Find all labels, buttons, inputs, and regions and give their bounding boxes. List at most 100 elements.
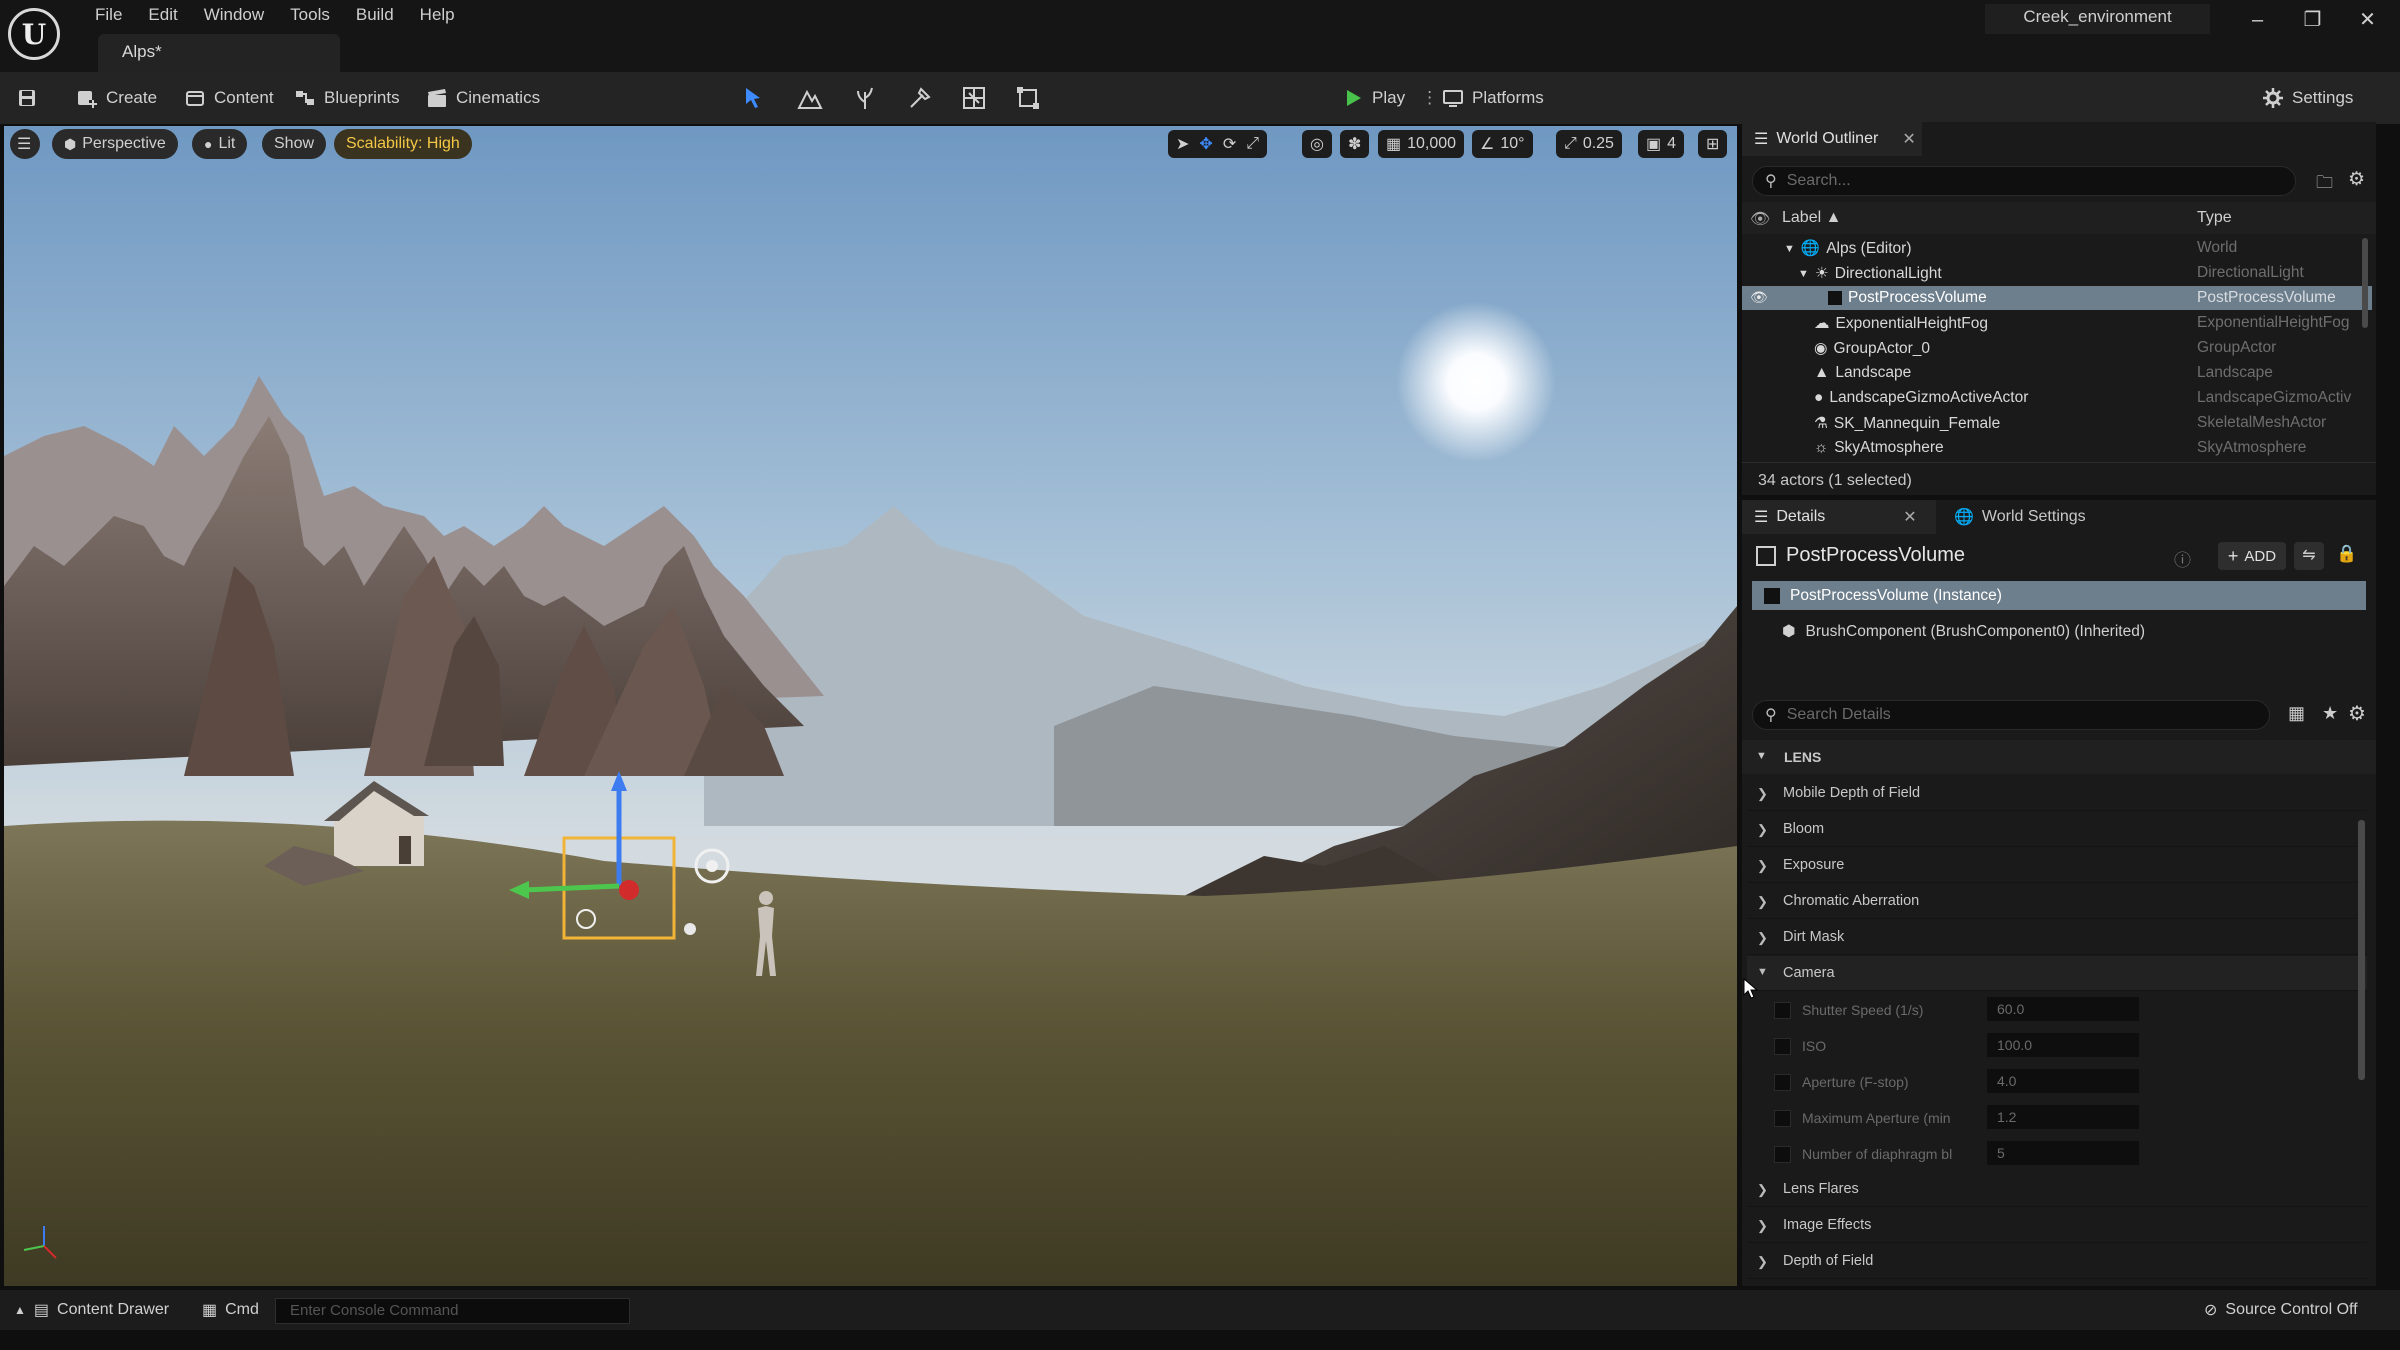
create-button[interactable]: Create [76,84,157,112]
unreal-logo-icon[interactable]: U [8,8,60,60]
type-column-header[interactable]: Type [2197,209,2232,227]
table-view-icon[interactable]: ▦ [2288,703,2305,724]
menu-help[interactable]: Help [407,4,468,28]
override-checkbox[interactable] [1774,1038,1791,1055]
brush-edit-mode-icon[interactable] [1014,84,1042,112]
restore-icon[interactable]: ❐ [2285,0,2340,40]
content-button[interactable]: Content [184,84,274,112]
close-tab-icon[interactable]: ✕ [1902,129,1915,149]
group-row[interactable]: ❯ Mobile Depth of Field [1747,776,2367,811]
rotation-snap-button[interactable]: ∠ 10° [1472,130,1533,158]
instance-row[interactable]: PostProcessVolume (Instance) [1752,581,2366,610]
close-icon[interactable]: ✕ [2340,0,2395,40]
blueprint-convert-icon[interactable]: ⇋ [2294,542,2324,570]
cinematics-button[interactable]: Cinematics [426,84,540,112]
lens-section-header[interactable]: ▼ LENS [1742,740,2376,774]
help-icon[interactable]: ⓘ [2174,546,2191,571]
outliner-search-input[interactable]: ⚲ Search... [1752,166,2296,196]
viewport-menu-button[interactable]: ☰ [10,129,40,159]
world-settings-tab[interactable]: 🌐 World Settings [1942,500,2122,534]
outliner-row[interactable]: ● LandscapeGizmoActiveActor LandscapeGizm… [1742,386,2372,410]
minimize-icon[interactable]: – [2230,0,2285,40]
fracture-mode-icon[interactable] [960,84,988,112]
menu-edit[interactable]: Edit [135,4,190,28]
scale-snap-button[interactable]: ⤢ 0.25 [1556,130,1622,158]
select-mode-icon[interactable] [740,84,768,112]
menu-tools[interactable]: Tools [277,4,343,28]
select-tool-icon[interactable]: ➤ [1176,134,1189,154]
property-value-field[interactable]: 1.2 [1987,1105,2139,1129]
favorites-star-icon[interactable]: ★ [2322,703,2338,724]
menu-file[interactable]: File [82,4,135,28]
landscape-mode-icon[interactable] [796,84,824,112]
details-scrollbar[interactable] [2358,820,2365,1080]
camera-speed-button[interactable]: ▣ 4 [1638,130,1685,158]
lit-button[interactable]: ● Lit [192,129,248,159]
platforms-button[interactable]: Platforms [1442,84,1544,112]
menu-window[interactable]: Window [191,4,277,28]
transform-tools: ➤ ✥ ⟳ ⤢ [1168,130,1268,158]
outliner-row[interactable]: ☁ ExponentialHeightFog ExponentialHeightF… [1742,311,2372,335]
group-row[interactable]: ❯ Depth of Field [1747,1244,2367,1279]
surface-snap-toggle[interactable]: ✽ [1340,130,1370,158]
outliner-row[interactable]: ▲ Landscape Landscape [1742,361,2372,385]
override-checkbox[interactable] [1774,1110,1791,1127]
close-tab-icon[interactable]: ✕ [1903,507,1916,527]
outliner-scrollbar[interactable] [2362,238,2368,328]
play-options-icon[interactable]: ⋮ [1421,88,1438,108]
show-button[interactable]: Show [262,129,327,159]
override-checkbox[interactable] [1774,1074,1791,1091]
console-command-input[interactable]: Enter Console Command [275,1298,630,1324]
level-viewport[interactable]: ☰ ⬢ Perspective ● Lit Show Scalability: … [4,126,1737,1286]
camera-group-row[interactable]: ▼ Camera [1747,956,2367,991]
add-folder-icon[interactable]: 🗀 [2316,170,2333,199]
add-component-button[interactable]: + ADD [2218,542,2286,570]
scalability-badge[interactable]: Scalability: High [334,129,472,159]
layout-button[interactable]: ⊞ [1698,130,1728,158]
group-row[interactable]: ❯ Lens Flares [1747,1172,2367,1207]
brush-component-row[interactable]: ⬢ BrushComponent (BrushComponent0) (Inhe… [1782,622,2145,641]
details-tab[interactable]: ☰ Details ✕ [1742,500,1936,534]
property-value-field[interactable]: 4.0 [1987,1069,2139,1093]
world-local-toggle[interactable]: ◎ [1302,130,1332,158]
mesh-paint-mode-icon[interactable] [906,84,934,112]
group-row[interactable]: ❯ Image Effects [1747,1208,2367,1243]
property-value-field[interactable]: 100.0 [1987,1033,2139,1057]
outliner-row[interactable]: ▼ ☀ DirectionalLight DirectionalLight [1742,261,2372,285]
level-tab[interactable]: Alps* [98,34,340,72]
property-value-field[interactable]: 60.0 [1987,997,2139,1021]
override-checkbox[interactable] [1774,1002,1791,1019]
move-tool-icon[interactable]: ✥ [1199,134,1212,154]
settings-button[interactable]: Settings [2262,84,2353,112]
blueprints-button[interactable]: Blueprints [294,84,400,112]
label-column-header[interactable]: Label ▲ [1782,209,1841,227]
foliage-mode-icon[interactable] [851,84,879,112]
cmd-button[interactable]: ▦ Cmd [202,1300,259,1320]
group-row[interactable]: ❯ Bloom [1747,812,2367,847]
outliner-row[interactable]: ◉ GroupActor_0 GroupActor [1742,336,2372,360]
grid-snap-button[interactable]: ▦ 10,000 [1378,130,1465,158]
world-outliner-tab[interactable]: ☰ World Outliner ✕ [1742,122,1922,156]
save-button[interactable] [16,84,38,112]
menu-build[interactable]: Build [343,4,407,28]
details-settings-icon[interactable]: ⚙ [2348,701,2366,726]
content-drawer-button[interactable]: ▲ ▤ Content Drawer [14,1300,169,1320]
visibility-eye-icon[interactable]: 👁 [1750,289,1768,306]
outliner-row[interactable]: ☼ SkyAtmosphere SkyAtmosphere [1742,436,2372,460]
group-row[interactable]: ❯ Exposure [1747,848,2367,883]
details-search-input[interactable]: ⚲ Search Details [1752,700,2270,730]
outliner-row[interactable]: ⚗ SK_Mannequin_Female SkeletalMeshActor [1742,411,2372,435]
scale-tool-icon[interactable]: ⤢ [1246,135,1259,153]
outliner-row-selected[interactable]: 👁 PostProcessVolume PostProcessVolume [1742,286,2372,310]
source-control-button[interactable]: ⊘ Source Control Off [2204,1300,2358,1320]
perspective-button[interactable]: ⬢ Perspective [52,129,178,159]
group-row[interactable]: ❯ Chromatic Aberration [1747,884,2367,919]
outliner-row[interactable]: ▼ 🌐 Alps (Editor) World [1742,236,2372,260]
lock-icon[interactable]: 🔒 [2336,544,2357,564]
play-button[interactable]: Play ⋮ [1342,84,1438,112]
property-value-field[interactable]: 5 [1987,1141,2139,1165]
override-checkbox[interactable] [1774,1146,1791,1163]
rotate-tool-icon[interactable]: ⟳ [1223,134,1236,154]
group-row[interactable]: ❯ Dirt Mask [1747,920,2367,955]
outliner-settings-icon[interactable]: ⚙ [2348,168,2365,191]
